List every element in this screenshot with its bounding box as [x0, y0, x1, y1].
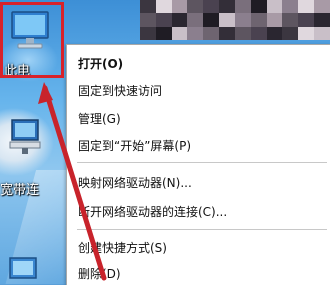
mosaic-block [250, 26, 267, 40]
mosaic-block [203, 26, 220, 40]
mosaic-block [266, 13, 283, 27]
mosaic-block [282, 0, 299, 14]
menu-item-disconnect-network-drive[interactable]: 断开网络驱动器的连接(C)... [67, 201, 330, 223]
menu-item-pin-start[interactable]: 固定到“开始”屏幕(P) [67, 135, 330, 157]
menu-separator [77, 162, 327, 163]
menu-item-label: 断开网络驱动器的连接(C)... [78, 205, 228, 219]
network-icon[interactable] [4, 252, 44, 284]
mosaic-block [298, 26, 315, 40]
mosaic-block [282, 13, 299, 27]
mosaic-block [314, 13, 330, 27]
mosaic-block [298, 0, 315, 14]
mosaic-block [140, 13, 156, 27]
mosaic-block [250, 13, 267, 27]
mosaic-block [266, 0, 283, 14]
highlight-box [0, 2, 64, 78]
menu-item-delete[interactable]: 删除(D) [67, 263, 330, 285]
menu-item-label: 删除(D) [78, 267, 121, 281]
mosaic-block [140, 26, 156, 40]
desktop-icon-label-broadband[interactable]: 宽带连 [0, 183, 39, 198]
menu-item-label: 固定到“开始”屏幕(P) [78, 139, 192, 153]
pixelated-wallpaper-area [140, 0, 330, 40]
mosaic-block [282, 26, 299, 40]
menu-item-manage[interactable]: 管理(G) [67, 108, 330, 130]
menu-item-map-network-drive[interactable]: 映射网络驱动器(N)... [67, 172, 330, 194]
menu-item-label: 固定到快速访问 [78, 84, 163, 98]
mosaic-block [234, 26, 251, 40]
mosaic-block [234, 0, 251, 14]
menu-item-label: 映射网络驱动器(N)... [78, 176, 192, 190]
mosaic-block [171, 0, 188, 14]
menu-item-pin-quick-access[interactable]: 固定到快速访问 [67, 80, 330, 102]
mosaic-block [155, 0, 172, 14]
context-menu: 打开(O) 固定到快速访问 管理(G) 固定到“开始”屏幕(P) 映射网络驱动器… [66, 44, 330, 285]
menu-item-label: 打开(O) [78, 57, 124, 71]
mosaic-block [219, 0, 235, 14]
mosaic-block [171, 26, 188, 40]
menu-item-label: 管理(G) [78, 112, 121, 126]
mosaic-block [219, 26, 235, 40]
mosaic-block [298, 13, 315, 27]
menu-item-label: 创建快捷方式(S) [78, 241, 167, 255]
mosaic-block [314, 0, 330, 14]
mosaic-block [266, 26, 283, 40]
mosaic-block [171, 13, 188, 27]
mosaic-block [187, 13, 204, 27]
mosaic-block [314, 26, 330, 40]
mosaic-block [140, 0, 156, 14]
menu-item-create-shortcut[interactable]: 创建快捷方式(S) [67, 237, 330, 259]
mosaic-block [234, 13, 251, 27]
mosaic-block [187, 26, 204, 40]
menu-item-open[interactable]: 打开(O) [67, 53, 330, 75]
mosaic-block [250, 0, 267, 14]
broadband-icon[interactable] [8, 116, 44, 156]
mosaic-block [187, 0, 204, 14]
mosaic-block [203, 13, 220, 27]
mosaic-block [203, 0, 220, 14]
mosaic-block [155, 13, 172, 27]
menu-separator [77, 229, 327, 230]
mosaic-block [155, 26, 172, 40]
mosaic-block [219, 13, 235, 27]
